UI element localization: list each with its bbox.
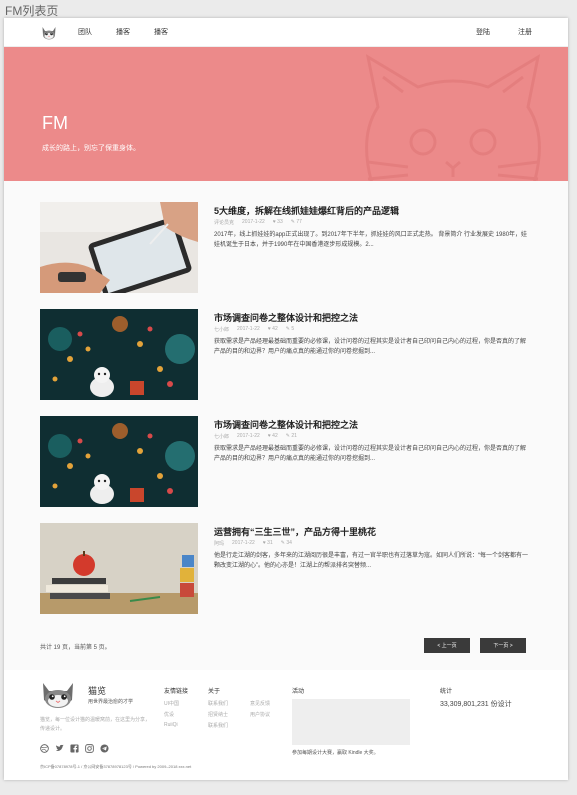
nav-auth: 登陆 注册 — [448, 27, 532, 37]
about-link-jobs[interactable]: 招贤纳士 — [208, 711, 228, 718]
facebook-icon[interactable] — [70, 744, 79, 753]
stats-title: 统计 — [440, 689, 453, 695]
activity-banner[interactable] — [292, 699, 410, 745]
article-title[interactable]: 市场调查问卷之整体设计和把控之法 — [214, 418, 358, 431]
article-thumbnail-books-apple[interactable] — [40, 523, 198, 614]
about-link-agreement[interactable]: 用户协议 — [250, 711, 270, 718]
footer-brand: 猫览 — [88, 686, 107, 696]
cat-watermark-icon — [365, 53, 541, 181]
article-excerpt: 2017年，线上抓娃娃的app正式出现了。到2017年下半年，抓娃娃的风口正式走… — [214, 232, 528, 248]
footer-intro: 猫览，每一位设计猫的温暖窝前，在这里为分享，传递设计。 — [40, 717, 151, 732]
cat-logo-icon[interactable] — [40, 23, 58, 41]
article-date: 2017-1-22 — [237, 326, 260, 332]
article-item[interactable]: 市场调查问卷之整体设计和把控之法 七小郎 2017-1-22 ♥ 42 ✎ 21… — [40, 416, 530, 509]
about-link-feedback[interactable]: 意见反馈 — [250, 700, 270, 707]
comment-count: ✎ 21 — [285, 433, 297, 439]
heart-icon: ♥ — [272, 219, 276, 225]
footer-slogan: 用世界最治愈的才学 — [88, 699, 134, 705]
comment-icon: ✎ — [290, 219, 295, 225]
hero-banner: FM 成长的路上，别忘了保重身体。 — [4, 47, 568, 181]
article-thumbnail-tablet[interactable] — [40, 202, 198, 293]
top-nav: 团队 播客 播客 登陆 注册 — [4, 18, 568, 47]
article-excerpt: 获取需求是产品经理最基础而重要的必修课，设计问卷的过程其实是设计者自己印问自己内… — [214, 446, 527, 462]
page-frame: 团队 播客 播客 登陆 注册 FM 成长的路上，别忘了保重身体。 5大维度，拆解… — [4, 18, 568, 780]
nav-item-podcast-1[interactable]: 播客 — [116, 27, 130, 37]
copyright: 京ICP备07878978号-1 / 京公网安备37878978123号 / P… — [40, 764, 192, 769]
article-excerpt: 他是行走江湖的剑客，多年来的江湖阅历很是丰富，有过一官半职也有过落草为寇。如同人… — [214, 553, 529, 569]
page-label: FM列表页 — [5, 4, 59, 18]
article-thumbnail-toys[interactable] — [40, 416, 198, 507]
article-date: 2017-1-22 — [242, 219, 265, 225]
friend-link-youshe[interactable]: 优设 — [164, 711, 179, 718]
dribbble-icon[interactable] — [40, 744, 49, 753]
article-item[interactable]: 市场调查问卷之整体设计和把控之法 七小郎 2017-1-22 ♥ 42 ✎ 5 … — [40, 309, 530, 402]
cat-logo-icon — [43, 683, 73, 708]
like-count: ♥ 33 — [272, 219, 283, 225]
friend-link-uichina[interactable]: UI中国 — [164, 700, 179, 707]
comment-count: ✎ 77 — [290, 219, 302, 225]
article-item[interactable]: 5大维度，拆解在线抓娃娃爆红背后的产品逻辑 评论员克 2017-1-22 ♥ 3… — [40, 202, 530, 295]
comment-icon: ✎ — [285, 433, 290, 439]
article-date: 2017-1-22 — [237, 433, 260, 439]
comment-icon: ✎ — [285, 326, 290, 332]
prev-page-button[interactable]: < 上一页 — [424, 638, 470, 653]
about-title: 关于 — [208, 689, 221, 695]
stats-value: 33,309,801,231 份设计 — [440, 701, 512, 708]
friends-links: UI中国 优设 RuiiQi — [164, 700, 179, 728]
comment-icon: ✎ — [280, 540, 285, 546]
article-date: 2017-1-22 — [232, 540, 255, 546]
register-link[interactable]: 注册 — [518, 27, 532, 37]
heart-icon: ♥ — [267, 326, 271, 332]
about-link-contact-2[interactable]: 联系我们 — [208, 722, 228, 729]
article-author: 阿玛 — [214, 541, 225, 547]
article-title[interactable]: 市场调查问卷之整体设计和把控之法 — [214, 311, 358, 324]
article-item[interactable]: 运营拥有“三生三世”，产品方得十里桃花 阿玛 2017-1-22 ♥ 31 ✎ … — [40, 523, 530, 616]
comment-count: ✎ 34 — [280, 540, 292, 546]
friends-links-title: 友情链接 — [164, 689, 189, 695]
activity-title: 活动 — [292, 689, 305, 695]
like-count: ♥ 31 — [262, 540, 273, 546]
instagram-icon[interactable] — [85, 744, 94, 753]
hero-subtitle: 成长的路上，别忘了保重身体。 — [42, 145, 140, 152]
heart-icon: ♥ — [262, 540, 266, 546]
article-excerpt: 获取需求是产品经理最基础而重要的必修课，设计问卷的过程其实是设计者自己印问自己内… — [214, 339, 527, 355]
hero-title: FM — [42, 113, 68, 133]
twitter-icon[interactable] — [55, 744, 64, 753]
article-meta: 七小郎 2017-1-22 ♥ 42 ✎ 5 — [214, 326, 294, 333]
article-meta: 阿玛 2017-1-22 ♥ 31 ✎ 34 — [214, 540, 292, 547]
login-link[interactable]: 登陆 — [476, 27, 490, 37]
article-meta: 评论员克 2017-1-22 ♥ 33 ✎ 77 — [214, 219, 302, 226]
article-title[interactable]: 5大维度，拆解在线抓娃娃爆红背后的产品逻辑 — [214, 204, 399, 217]
next-page-button[interactable]: 下一页 > — [480, 638, 526, 653]
heart-icon: ♥ — [267, 433, 271, 439]
comment-count: ✎ 5 — [285, 326, 295, 332]
article-meta: 七小郎 2017-1-22 ♥ 42 ✎ 21 — [214, 433, 297, 440]
article-thumbnail-toys[interactable] — [40, 309, 198, 400]
about-links: 联系我们 招贤纳士 联系我们 — [208, 700, 228, 729]
social-links — [40, 744, 109, 753]
page-count: 共计 19 页，当前第 5 页。 — [40, 645, 111, 651]
about-links-2: 意见反馈 用户协议 — [250, 700, 270, 718]
telegram-icon[interactable] — [100, 744, 109, 753]
nav-item-team[interactable]: 团队 — [78, 27, 92, 37]
friend-link-ruiiqi[interactable]: RuiiQi — [164, 722, 179, 728]
like-count: ♥ 42 — [267, 433, 278, 439]
nav-item-podcast-2[interactable]: 播客 — [154, 27, 168, 37]
article-title[interactable]: 运营拥有“三生三世”，产品方得十里桃花 — [214, 525, 376, 538]
article-author: 七小郎 — [214, 434, 230, 440]
article-author: 七小郎 — [214, 327, 230, 333]
activity-text: 参加每期设计大赛，赢取 Kindle 大奖。 — [292, 750, 379, 756]
article-author: 评论员克 — [214, 220, 235, 226]
footer: 猫览 用世界最治愈的才学 猫览，每一位设计猫的温暖窝前，在这里为分享，传递设计。… — [4, 670, 568, 780]
about-link-contact[interactable]: 联系我们 — [208, 700, 228, 707]
like-count: ♥ 42 — [267, 326, 278, 332]
pagination: 共计 19 页，当前第 5 页。 < 上一页 下一页 > — [40, 638, 530, 656]
